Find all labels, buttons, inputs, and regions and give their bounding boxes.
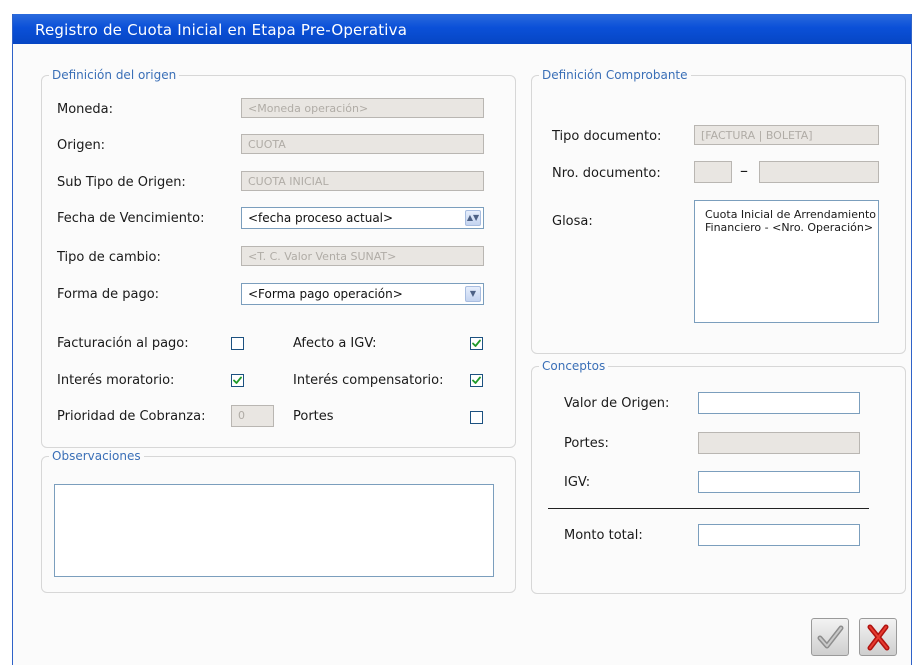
dialog-window: Registro de Cuota Inicial en Etapa Pre-O…	[12, 14, 912, 665]
window-title: Registro de Cuota Inicial en Etapa Pre-O…	[35, 21, 408, 39]
conceptos-igv-label: IGV:	[564, 475, 591, 490]
tipodoc-field: [FACTURA | BOLETA]	[694, 125, 879, 145]
checkmark-icon	[472, 339, 481, 347]
total-divider	[548, 508, 869, 509]
tipocambio-label: Tipo de cambio:	[57, 250, 161, 265]
fecha-vencimiento-spinner[interactable]: <fecha proceso actual> ▲▼	[241, 207, 484, 229]
checkmark-icon	[233, 376, 242, 384]
fecha-value: <fecha proceso actual>	[248, 211, 394, 225]
valor-origen-label: Valor de Origen:	[564, 396, 670, 411]
prioridad-label: Prioridad de Cobranza:	[57, 409, 206, 424]
origen-label: Origen:	[57, 138, 106, 153]
spin-up-down-icon[interactable]: ▲▼	[465, 210, 481, 226]
moratorio-checkbox[interactable]	[231, 374, 244, 387]
portes-checkbox[interactable]	[470, 411, 483, 424]
check-icon	[817, 625, 844, 649]
formapago-value: <Forma pago operación>	[248, 287, 403, 301]
monto-total-input[interactable]	[698, 524, 860, 546]
conceptos-igv-input[interactable]	[698, 471, 860, 493]
glosa-text: Cuota Inicial de Arrendamiento Financier…	[705, 208, 876, 234]
prioridad-field: 0	[231, 405, 274, 427]
origen-field: CUOTA	[241, 134, 484, 154]
cancel-button[interactable]	[859, 618, 897, 656]
checkmark-icon	[472, 376, 481, 384]
comprobante-section-title: Definición Comprobante	[539, 68, 691, 82]
title-bar[interactable]: Registro de Cuota Inicial en Etapa Pre-O…	[13, 14, 911, 44]
nrodoc-separator: –	[740, 161, 748, 180]
x-icon	[867, 624, 890, 651]
conceptos-portes-field	[698, 432, 860, 454]
tipodoc-label: Tipo documento:	[552, 129, 662, 144]
nrodoc-numero-field	[759, 161, 879, 183]
glosa-textarea[interactable]: Cuota Inicial de Arrendamiento Financier…	[694, 200, 879, 323]
nrodoc-serie-field	[694, 161, 732, 183]
nrodoc-label: Nro. documento:	[552, 166, 661, 181]
formapago-label: Forma de pago:	[57, 287, 160, 302]
conceptos-portes-label: Portes:	[564, 436, 609, 451]
glosa-label: Glosa:	[552, 214, 593, 229]
moratorio-label: Interés moratorio:	[57, 373, 175, 388]
compensatorio-checkbox[interactable]	[470, 374, 483, 387]
valor-origen-input[interactable]	[698, 392, 860, 414]
tipocambio-field: <T. C. Valor Venta SUNAT>	[241, 246, 484, 266]
subtipo-field: CUOTA INICIAL	[241, 171, 484, 191]
formapago-select[interactable]: <Forma pago operación> ▼	[241, 283, 484, 305]
facturacion-checkbox[interactable]	[231, 337, 244, 350]
observaciones-textarea[interactable]	[54, 484, 494, 577]
accept-button[interactable]	[811, 618, 849, 656]
observaciones-section-title: Observaciones	[49, 449, 144, 463]
moneda-field: <Moneda operación>	[241, 98, 484, 118]
portes-check-label: Portes	[293, 409, 334, 424]
fecha-label: Fecha de Vencimiento:	[57, 211, 205, 226]
dialog-client-area: Definición del origen Moneda: <Moneda op…	[13, 44, 911, 665]
monto-total-label: Monto total:	[564, 528, 643, 543]
conceptos-section-title: Conceptos	[539, 359, 609, 373]
moneda-label: Moneda:	[57, 102, 114, 117]
chevron-down-icon[interactable]: ▼	[465, 286, 481, 302]
compensatorio-label: Interés compensatorio:	[293, 373, 444, 388]
origen-section-title: Definición del origen	[49, 68, 180, 82]
igv-checkbox[interactable]	[470, 337, 483, 350]
igv-label: Afecto a IGV:	[293, 336, 377, 351]
facturacion-label: Facturación al pago:	[57, 336, 189, 351]
subtipo-label: Sub Tipo de Origen:	[57, 175, 186, 190]
background-strip	[0, 0, 922, 14]
